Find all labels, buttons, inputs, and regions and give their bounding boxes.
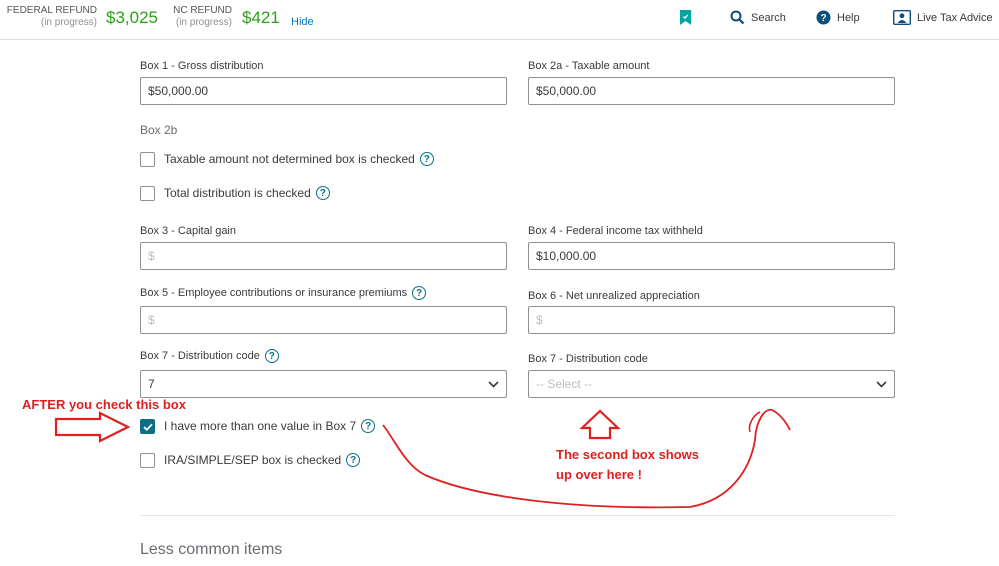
box2b-heading: Box 2b: [140, 123, 178, 137]
annotation-up-arrow: [579, 409, 621, 440]
ira-simple-sep-label: IRA/SIMPLE/SEP box is checked: [164, 453, 342, 467]
box4-input[interactable]: $10,000.00: [528, 242, 895, 270]
search-button[interactable]: Search: [730, 10, 786, 25]
box6-input[interactable]: $: [528, 306, 895, 334]
help-button[interactable]: ? Help: [816, 10, 860, 25]
box7-second-code-select[interactable]: -- Select --: [528, 370, 895, 398]
more-than-one-row: I have more than one value in Box 7 ?: [164, 419, 376, 433]
box5-input[interactable]: $: [140, 306, 507, 334]
search-label: Search: [751, 11, 786, 24]
federal-refund-label: FEDERAL REFUND: [6, 5, 97, 16]
box1-label: Box 1 - Gross distribution: [140, 60, 264, 72]
annotation-second-box: The second box shows up over here !: [556, 445, 699, 485]
box4-value: $10,000.00: [536, 249, 597, 263]
box2a-input[interactable]: $50,000.00: [528, 77, 895, 105]
bookmark-icon: [680, 10, 691, 25]
ira-simple-sep-checkbox[interactable]: [140, 453, 155, 468]
help-circle-icon[interactable]: ?: [315, 186, 330, 200]
help-circle-icon[interactable]: ?: [346, 453, 361, 467]
more-than-one-label: I have more than one value in Box 7: [164, 419, 357, 433]
live-advice-label: Live Tax Advice: [917, 11, 993, 24]
svg-text:?: ?: [820, 13, 826, 24]
box4-label: Box 4 - Federal income tax withheld: [528, 225, 703, 237]
box2a-value: $50,000.00: [536, 84, 597, 98]
help-circle-icon[interactable]: ?: [412, 286, 427, 300]
not-determined-label: Taxable amount not determined box is che…: [164, 152, 415, 166]
chevron-down-icon: [876, 380, 887, 388]
box3-placeholder: $: [148, 249, 155, 263]
box7-label: Box 7 - Distribution code: [140, 350, 260, 362]
help-circle-icon[interactable]: ?: [264, 349, 279, 363]
ira-simple-sep-row: IRA/SIMPLE/SEP box is checked ?: [164, 453, 361, 467]
not-determined-checkbox[interactable]: [140, 152, 155, 167]
box7-second-label: Box 7 - Distribution code: [528, 353, 648, 365]
total-distribution-row: Total distribution is checked ?: [164, 186, 330, 200]
federal-refund-amount: $3,025: [106, 8, 158, 27]
total-distribution-label: Total distribution is checked: [164, 186, 311, 200]
section-divider: [140, 515, 895, 516]
live-advice-icon: [893, 10, 911, 25]
box7-code-value: 7: [148, 377, 155, 391]
box3-input[interactable]: $: [140, 242, 507, 270]
box1-input[interactable]: $50,000.00: [140, 77, 507, 105]
less-common-items-heading[interactable]: Less common items: [140, 541, 282, 559]
annotation-after-check: AFTER you check this box: [22, 397, 186, 412]
search-icon: [730, 10, 745, 25]
more-than-one-checkbox[interactable]: [140, 419, 155, 434]
box6-placeholder: $: [536, 313, 543, 327]
help-icon: ?: [816, 10, 831, 25]
box7-label-row: Box 7 - Distribution code ?: [140, 349, 279, 363]
box7-second-code-value: -- Select --: [536, 377, 593, 391]
box1-value: $50,000.00: [148, 84, 209, 98]
not-determined-row: Taxable amount not determined box is che…: [164, 152, 434, 166]
top-bar: FEDERAL REFUND (in progress) $3,025 NC R…: [0, 0, 999, 40]
annotation-curve-tail: [748, 411, 761, 433]
live-tax-advice-button[interactable]: Live Tax Advice: [893, 10, 993, 25]
total-distribution-checkbox[interactable]: [140, 186, 155, 201]
box3-label: Box 3 - Capital gain: [140, 225, 236, 237]
box6-label: Box 6 - Net unrealized appreciation: [528, 290, 700, 302]
state-refund-label: NC REFUND: [173, 5, 232, 16]
annotation-second-box-line2: up over here !: [556, 467, 642, 482]
help-circle-icon[interactable]: ?: [419, 152, 434, 166]
state-refund-amount: $421: [242, 8, 280, 27]
box5-placeholder: $: [148, 313, 155, 327]
annotation-right-arrow: [54, 411, 131, 443]
help-label: Help: [837, 11, 860, 24]
annotation-second-box-line1: The second box shows: [556, 447, 700, 462]
box5-label-row: Box 5 - Employee contributions or insura…: [140, 286, 427, 300]
state-refund-status: (in progress): [175, 17, 232, 28]
checkmark-icon: [142, 423, 153, 431]
hide-refund-link[interactable]: Hide: [291, 16, 314, 28]
box5-label: Box 5 - Employee contributions or insura…: [140, 287, 408, 299]
help-circle-icon[interactable]: ?: [361, 419, 376, 433]
box7-code-select[interactable]: 7: [140, 370, 507, 398]
federal-refund-status: (in progress): [40, 17, 97, 28]
box2a-label: Box 2a - Taxable amount: [528, 60, 650, 72]
bookmark-button[interactable]: [680, 10, 697, 25]
chevron-down-icon: [488, 380, 499, 388]
